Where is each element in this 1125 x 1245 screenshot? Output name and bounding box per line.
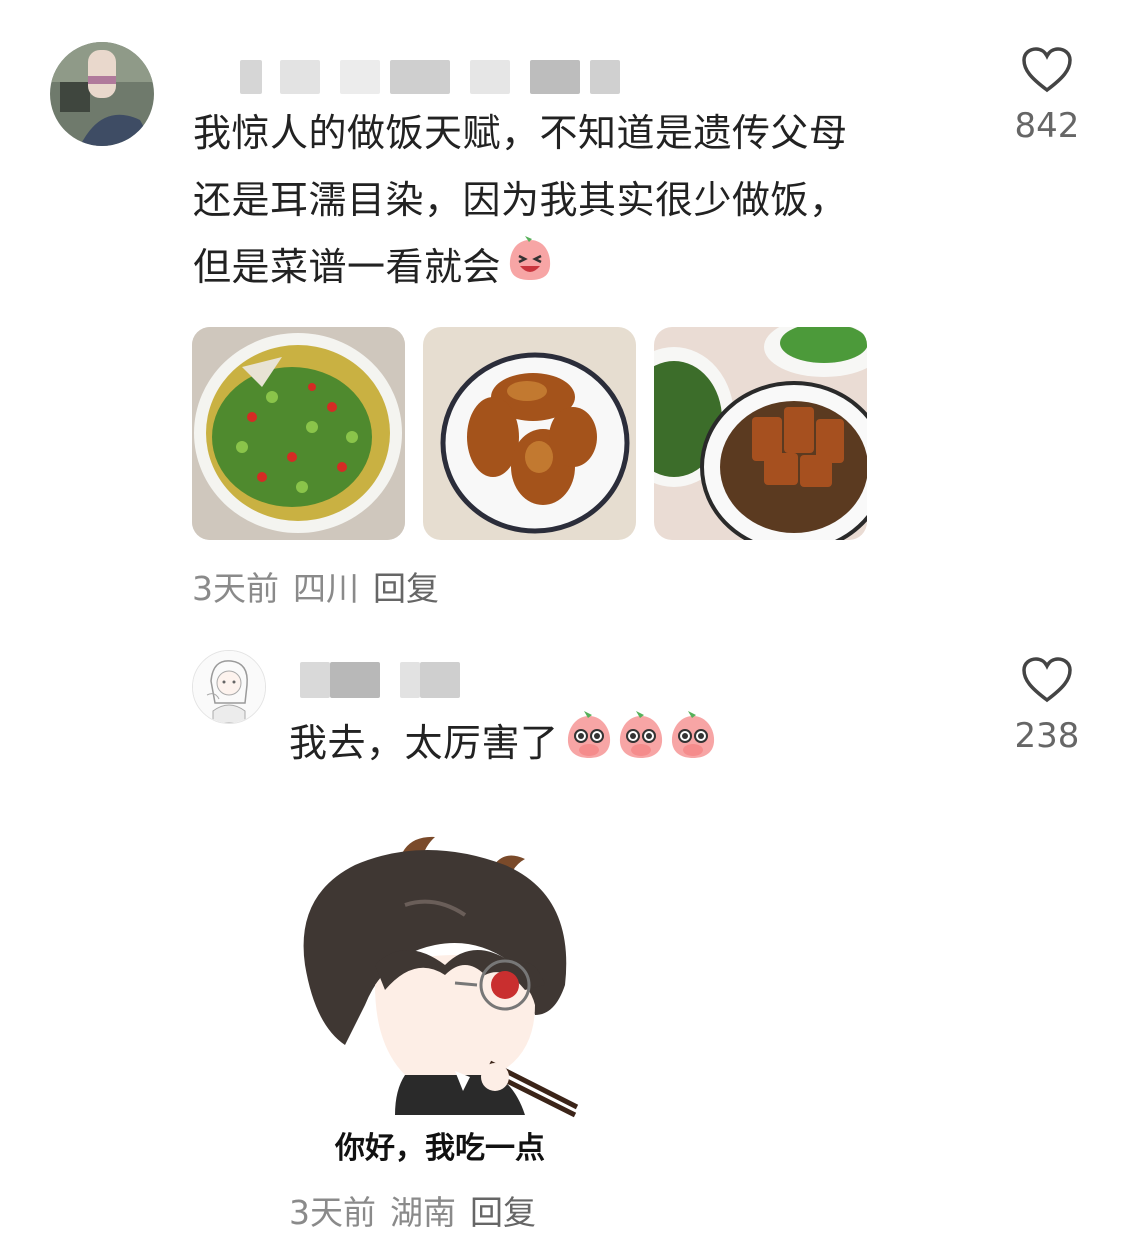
commenter-name-blurred[interactable] bbox=[240, 60, 620, 94]
comment-image-3[interactable] bbox=[654, 327, 867, 540]
comment-text: 我惊人的做饭天赋，不知道是遗传父母 还是耳濡目染，因为我其实很少做饭， 但是菜谱… bbox=[193, 100, 953, 303]
anime-girl-avatar-icon bbox=[193, 651, 265, 723]
sichuan-fish-dish-icon bbox=[192, 327, 405, 540]
reply-text: 我去，太厉害了 bbox=[289, 710, 719, 781]
comment-line-1: 我惊人的做饭天赋，不知道是遗传父母 bbox=[193, 111, 848, 155]
sticker-caption: 你好，我吃一点 bbox=[335, 1131, 545, 1166]
reply-location: 湖南 bbox=[390, 1193, 456, 1232]
like-count: 842 bbox=[1014, 106, 1080, 146]
reply-like-count: 238 bbox=[1014, 716, 1080, 756]
braised-pork-dishes-icon bbox=[654, 327, 867, 540]
comment-meta: 3天前 四川 回复 bbox=[192, 562, 453, 610]
reply-sticker[interactable]: 你好，我吃一点 bbox=[285, 815, 595, 1166]
comment-time: 3天前 bbox=[192, 569, 279, 608]
laughing-peach-emoji-icon bbox=[505, 236, 555, 303]
anime-boy-eating-sticker-icon bbox=[303, 836, 579, 1118]
comment-image-2[interactable] bbox=[423, 327, 636, 540]
reply-meta: 3天前 湖南 回复 bbox=[289, 1186, 550, 1234]
reply-reply-button[interactable]: 回复 bbox=[470, 1193, 536, 1232]
roast-chicken-wings-icon bbox=[423, 327, 636, 540]
heart-outline-icon bbox=[1022, 657, 1072, 703]
user-avatar-photo-icon bbox=[50, 42, 154, 146]
comment-location: 四川 bbox=[293, 569, 359, 608]
shocked-peach-emoji-icon bbox=[563, 710, 719, 781]
reply-avatar[interactable] bbox=[192, 650, 266, 724]
comment-line-2: 还是耳濡目染，因为我其实很少做饭， bbox=[193, 178, 848, 222]
reply-button[interactable]: 回复 bbox=[373, 569, 439, 608]
reply-name-blurred[interactable] bbox=[300, 662, 460, 698]
reply-time: 3天前 bbox=[289, 1193, 376, 1232]
comment-line-3: 但是菜谱一看就会 bbox=[193, 234, 953, 303]
like-button[interactable]: 842 bbox=[1007, 46, 1087, 146]
comment-image-1[interactable] bbox=[192, 327, 405, 540]
commenter-avatar[interactable] bbox=[50, 42, 154, 146]
reply-like-button[interactable]: 238 bbox=[1007, 656, 1087, 756]
heart-outline-icon bbox=[1022, 47, 1072, 93]
